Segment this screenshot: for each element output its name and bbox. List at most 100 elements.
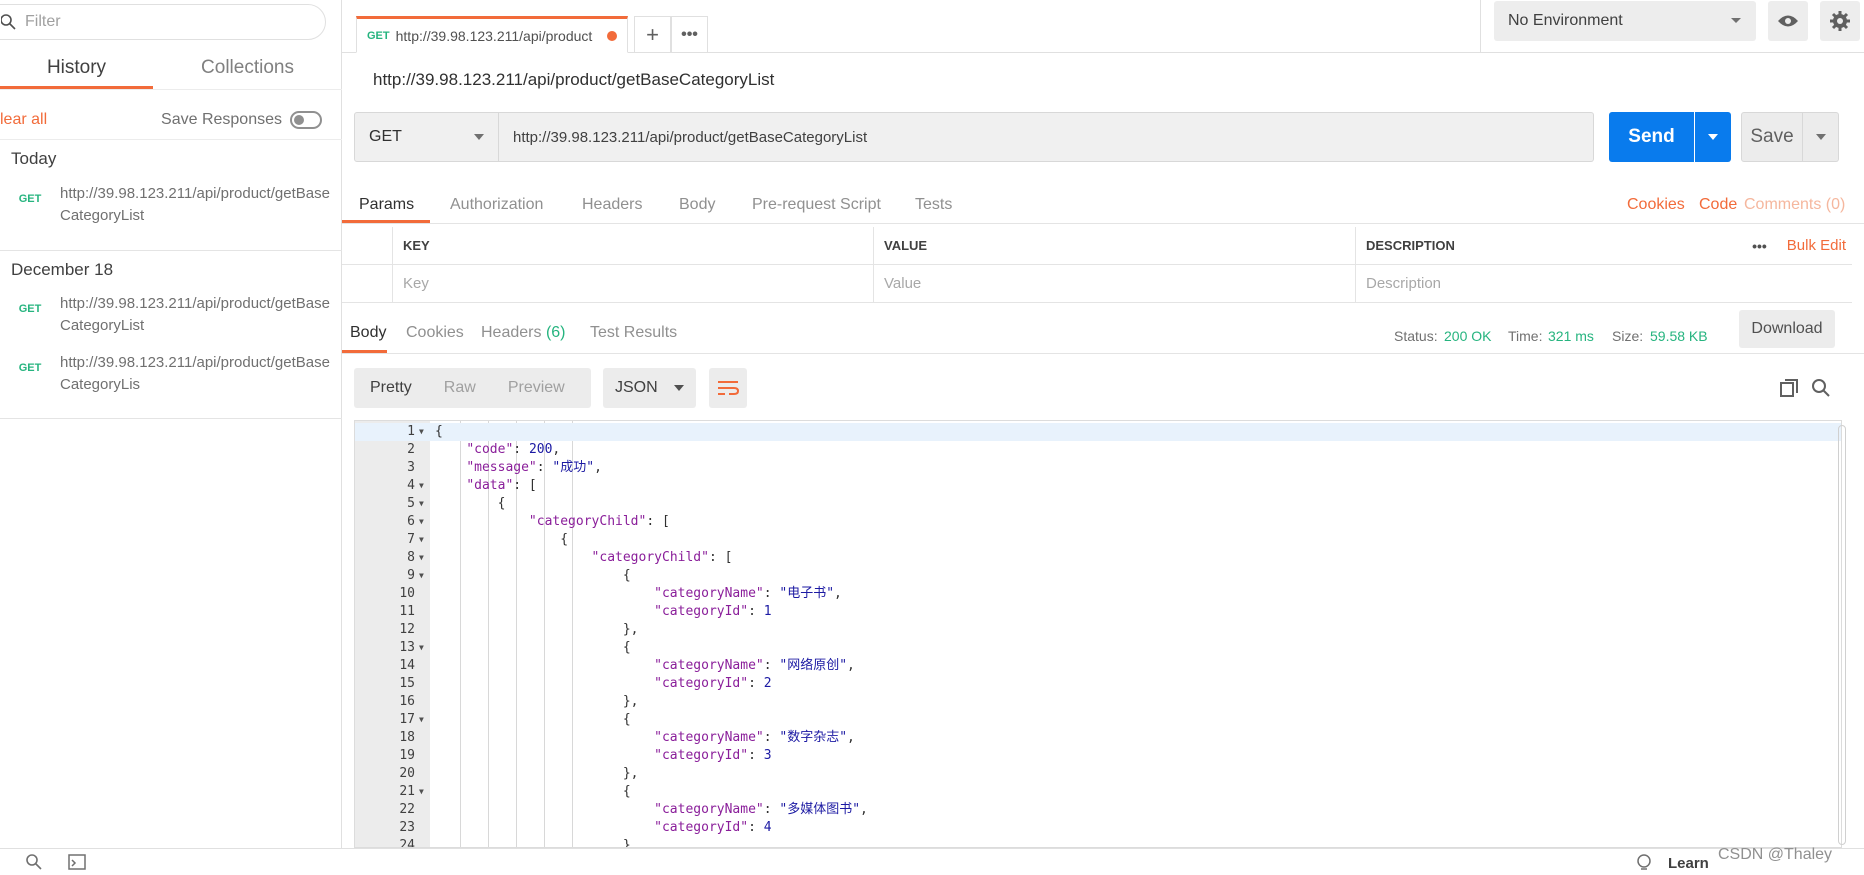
method-select[interactable]: GET [354, 112, 499, 162]
code-line: 12 }, [355, 621, 1841, 639]
code-line: 8 ▼ "categoryChild": [ [355, 549, 1841, 567]
line-number: 24 [399, 838, 415, 848]
cookies-link[interactable]: Cookies [1627, 196, 1685, 214]
tab-collections[interactable]: Collections [153, 50, 342, 89]
fold-arrow-icon[interactable]: ▼ [419, 783, 424, 801]
fold-arrow-icon[interactable]: ▼ [419, 423, 424, 441]
postman-app: { "sidebar": { "filter_placeholder": "Fi… [0, 0, 1864, 875]
history-method: GET [18, 303, 42, 315]
environment-quick-look-button[interactable] [1768, 1, 1808, 41]
tab-history[interactable]: History [0, 50, 153, 89]
url-input[interactable]: http://39.98.123.211/api/product/getBase… [499, 112, 1594, 162]
tab-test-results[interactable]: Test Results [590, 324, 677, 342]
tab-response-cookies[interactable]: Cookies [406, 324, 464, 342]
line-number: 4 [407, 478, 415, 493]
status-value: 200 OK [1444, 328, 1492, 344]
column-header-description: DESCRIPTION ••• Bulk Edit [1356, 227, 1852, 264]
fold-arrow-icon[interactable]: ▼ [419, 639, 424, 657]
code-line: 10 "categoryName": "电子书", [355, 585, 1841, 603]
send-options-button[interactable] [1695, 112, 1731, 162]
settings-button[interactable] [1820, 1, 1860, 41]
code-line: 6 ▼ "categoryChild": [ [355, 513, 1841, 531]
fold-arrow-icon[interactable]: ▼ [419, 495, 424, 513]
download-button[interactable]: Download [1739, 310, 1835, 348]
code-line: 11 "categoryId": 1 [355, 603, 1841, 621]
fold-arrow-icon[interactable]: ▼ [419, 513, 424, 531]
code-link[interactable]: Code [1699, 196, 1737, 214]
fold-arrow-icon[interactable]: ▼ [419, 549, 424, 567]
tab-authorization[interactable]: Authorization [450, 196, 543, 214]
row-checkbox [342, 265, 393, 302]
code-line: 9 ▼ { [355, 567, 1841, 585]
history-item[interactable]: GET http://39.98.123.211/api/product/get… [0, 183, 342, 227]
tab-response-headers[interactable]: Headers (6) [481, 324, 566, 342]
tab-pre-request-script[interactable]: Pre-request Script [752, 196, 881, 214]
search-icon[interactable] [26, 854, 42, 870]
copy-icon[interactable] [1780, 379, 1798, 397]
more-icon[interactable]: ••• [1752, 238, 1767, 254]
format-type-select[interactable]: JSON [603, 368, 696, 408]
wrap-lines-button[interactable] [709, 368, 747, 408]
tab-params[interactable]: Params [359, 196, 414, 214]
tab-body[interactable]: Body [679, 196, 715, 214]
tab-options-button[interactable]: ••• [671, 16, 708, 53]
code-line: 5 ▼ { [355, 495, 1841, 513]
save-responses-label: Save Responses [161, 110, 282, 128]
method-label: GET [369, 128, 402, 145]
line-number: 7 [407, 532, 415, 547]
plus-icon: + [646, 21, 659, 47]
fold-arrow-icon[interactable]: ▼ [419, 531, 424, 549]
tab-headers[interactable]: Headers [582, 196, 642, 214]
code-text: "categoryName": "网络原创", [654, 658, 855, 673]
comments-link[interactable]: Comments (0) [1744, 196, 1845, 214]
tab-response-body[interactable]: Body [350, 324, 386, 342]
sidebar-tabs: History Collections [0, 50, 342, 90]
filter-box[interactable] [0, 4, 326, 40]
editor-scrollbar[interactable] [1838, 425, 1846, 845]
chevron-down-icon [674, 385, 684, 391]
history-item[interactable]: GET http://39.98.123.211/api/product/get… [0, 352, 342, 396]
fold-arrow-icon[interactable]: ▼ [419, 567, 424, 585]
filter-input[interactable] [25, 13, 265, 31]
format-type-label: JSON [615, 379, 658, 396]
tab-tests[interactable]: Tests [915, 196, 952, 214]
save-options-button[interactable] [1803, 112, 1839, 162]
pretty-button[interactable]: Pretty [354, 379, 428, 397]
request-tab[interactable]: GET http://39.98.123.211/api/product [356, 16, 628, 53]
column-header-key: KEY [393, 227, 874, 264]
params-table: KEY VALUE DESCRIPTION ••• Bulk Edit Key … [342, 227, 1852, 303]
learn-link[interactable]: Learn [1668, 855, 1709, 872]
key-input[interactable]: Key [393, 265, 874, 302]
send-button[interactable]: Send [1609, 112, 1694, 162]
new-tab-button[interactable]: + [634, 16, 671, 53]
code-line: 21 ▼ { [355, 783, 1841, 801]
fold-arrow-icon[interactable]: ▼ [419, 477, 424, 495]
search-icon[interactable] [1812, 379, 1830, 397]
value-input[interactable]: Value [874, 265, 1356, 302]
save-button[interactable]: Save [1741, 112, 1803, 162]
console-icon[interactable] [68, 854, 86, 870]
code-text: "data": [ [466, 478, 537, 493]
line-number: 5 [407, 496, 415, 511]
chevron-down-icon [1708, 134, 1718, 140]
fold-arrow-icon[interactable]: ▼ [419, 711, 424, 729]
description-input[interactable]: Description [1356, 265, 1852, 302]
code-text: "categoryName": "数字杂志", [654, 730, 855, 745]
request-tab-url: http://39.98.123.211/api/product [395, 27, 593, 44]
line-number: 21 [399, 784, 415, 799]
code-line: 15 "categoryId": 2 [355, 675, 1841, 693]
save-responses-toggle[interactable] [290, 110, 322, 129]
code-line: 4 ▼ "data": [ [355, 477, 1841, 495]
save-responses: Save Responses [161, 110, 322, 129]
main-panel: GET http://39.98.123.211/api/product + •… [342, 0, 1864, 848]
bulk-edit-link[interactable]: Bulk Edit [1787, 237, 1846, 254]
clear-all-link[interactable]: lear all [0, 111, 47, 129]
preview-button[interactable]: Preview [492, 379, 581, 397]
raw-button[interactable]: Raw [428, 379, 492, 397]
code-text: { [435, 532, 569, 547]
response-body-editor[interactable]: 1 ▼{2 "code": 200, 3 "message": "成功", 4 ▼ "d… [354, 420, 1842, 848]
chevron-down-icon [1731, 18, 1741, 23]
line-number: 18 [399, 730, 415, 745]
environment-select[interactable]: No Environment [1494, 1, 1756, 41]
history-item[interactable]: GET http://39.98.123.211/api/product/get… [0, 293, 342, 337]
